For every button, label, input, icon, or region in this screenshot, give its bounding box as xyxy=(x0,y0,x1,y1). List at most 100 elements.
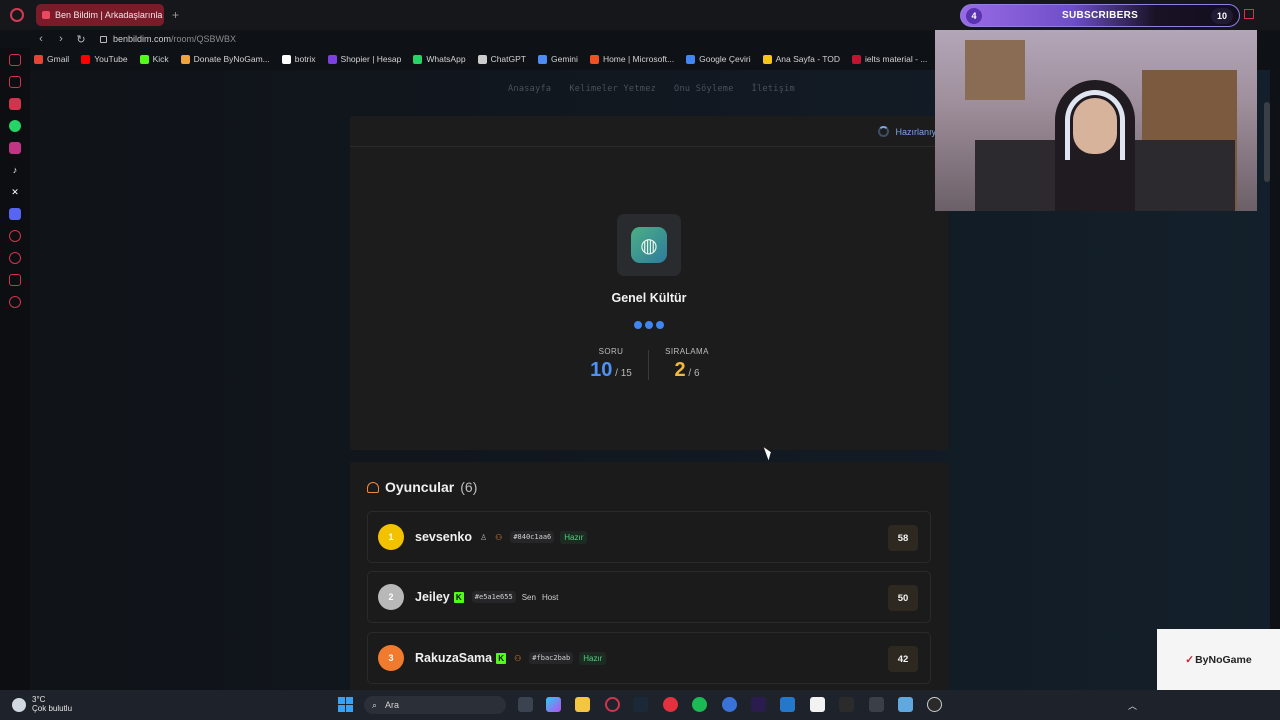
bookmark-label: Shopier | Hesap xyxy=(340,54,402,64)
gmail-icon xyxy=(34,54,43,64)
tab-title: Ben Bildim | Arkadaşlarınla xyxy=(55,10,163,20)
donate-icon xyxy=(180,54,190,64)
card-header: Hazırlanıyor xyxy=(350,116,948,147)
question-current: 10 xyxy=(590,359,613,381)
bookmark-label: ChatGPT xyxy=(490,54,526,64)
opera-icon[interactable] xyxy=(605,697,620,712)
bookmark-label: Donate ByNoGam... xyxy=(193,54,270,64)
brand-name: ByNoGame xyxy=(1195,653,1252,666)
bookmark-label: Gemini xyxy=(551,54,578,64)
add-friend-icon[interactable]: ⚇ xyxy=(495,533,502,542)
kick-icon: K xyxy=(453,591,464,603)
bookmark-label: Kick xyxy=(152,54,169,64)
player-icon[interactable] xyxy=(9,230,21,242)
app-icon[interactable] xyxy=(663,697,678,712)
browser-tab-active[interactable]: Ben Bildim | Arkadaşlarınla xyxy=(36,4,164,26)
bookmark-whatsapp[interactable]: WhatsApp xyxy=(413,54,466,64)
reload-icon[interactable]: ↻ xyxy=(76,33,86,46)
x-icon[interactable]: ✕ xyxy=(9,186,21,198)
users-icon xyxy=(367,481,379,493)
bookmark-donate[interactable]: Donate ByNoGam... xyxy=(180,54,270,64)
search-icon: ⌕ xyxy=(372,699,378,710)
forward-icon[interactable]: › xyxy=(56,33,66,45)
bookmark-shopier[interactable]: Shopier | Hesap xyxy=(327,54,402,64)
file-explorer-icon[interactable] xyxy=(575,697,590,712)
category-tile: ◍ xyxy=(617,214,681,276)
game-status-card: Hazırlanıyor ◍ Genel Kültür SORU 10 / 15… xyxy=(350,116,948,450)
bookmark-gmail[interactable]: Gmail xyxy=(34,54,69,64)
tiktok-icon[interactable]: ♪ xyxy=(9,164,21,176)
mail-icon[interactable] xyxy=(9,54,21,66)
app-icon-3[interactable] xyxy=(898,697,913,712)
app-icon-2[interactable] xyxy=(869,697,884,712)
add-friend-icon[interactable]: ⚇ xyxy=(514,654,521,663)
nav-link-iletisim[interactable]: İletişim xyxy=(752,84,795,94)
ide-icon[interactable] xyxy=(751,697,766,712)
nav-link-onu-soyleme[interactable]: Onu Söyleme xyxy=(674,84,734,94)
windows-start-icon[interactable] xyxy=(338,697,353,712)
translate-icon xyxy=(686,54,696,64)
maximize-icon[interactable] xyxy=(1244,9,1254,19)
bookmark-kick[interactable]: Kick xyxy=(139,54,169,64)
notion-icon[interactable] xyxy=(810,697,825,712)
host-badge: Host xyxy=(541,592,559,602)
bookmark-label: Ana Sayfa - TOD xyxy=(775,54,841,64)
bookmark-label: YouTube xyxy=(94,54,128,64)
bookmark-google-translate[interactable]: Google Çeviri xyxy=(686,54,751,64)
dot-icon xyxy=(634,321,642,329)
kick-icon: K xyxy=(496,652,507,664)
player-hash: #fbac2bab xyxy=(529,652,574,664)
messenger-icon[interactable] xyxy=(9,76,21,88)
vscode-icon[interactable] xyxy=(780,697,795,712)
steam-icon[interactable] xyxy=(633,697,648,712)
players-card: Oyuncular (6) 1 sevsenko ♙ ⚇ #840c1aa6 H… xyxy=(350,462,948,690)
url-field[interactable]: benbildim.com/room/QSBWBX xyxy=(100,34,236,44)
players-count: (6) xyxy=(460,479,478,495)
task-view-icon[interactable] xyxy=(518,697,533,712)
bookmark-chatgpt[interactable]: ChatGPT xyxy=(477,54,526,64)
discord-icon[interactable] xyxy=(9,208,21,220)
player-row[interactable]: 2 Jeiley K #e5a1e655 Sen Host 50 xyxy=(367,571,931,623)
nav-link-home[interactable]: Anasayfa xyxy=(508,84,551,94)
kick-icon xyxy=(139,54,149,64)
stat-divider xyxy=(648,350,649,380)
m-icon[interactable] xyxy=(9,98,21,110)
taskbar-search[interactable]: ⌕ Ara xyxy=(364,696,506,714)
bookmark-youtube[interactable]: YouTube xyxy=(81,54,128,64)
bookmark-tod[interactable]: Ana Sayfa - TOD xyxy=(762,54,841,64)
bookmark-gemini[interactable]: Gemini xyxy=(538,54,578,64)
epic-games-icon[interactable] xyxy=(839,697,854,712)
nav-link-kelimeler-yetmez[interactable]: Kelimeler Yetmez xyxy=(569,84,656,94)
player-row[interactable]: 1 sevsenko ♙ ⚇ #840c1aa6 Hazır 58 xyxy=(367,511,931,563)
brand-logo: ✓ ByNoGame xyxy=(1157,629,1280,690)
spotify-icon[interactable] xyxy=(692,697,707,712)
weather-widget[interactable]: 3°C Çok bulutlu xyxy=(12,695,72,714)
player-hash: #840c1aa6 xyxy=(510,531,555,543)
page-scrollbar[interactable] xyxy=(1264,102,1270,182)
settings-icon[interactable] xyxy=(9,296,21,308)
new-tab-icon[interactable]: + xyxy=(172,8,179,22)
microsoft-icon xyxy=(589,54,599,64)
player-row[interactable]: 3 RakuzaSama K ⚇ #fbac2bab Hazır 42 xyxy=(367,632,931,684)
tod-icon xyxy=(762,54,772,64)
back-icon[interactable]: ‹ xyxy=(36,33,46,45)
tray-chevron-up-icon[interactable]: ︿ xyxy=(1128,699,1137,712)
extensions-icon[interactable] xyxy=(9,274,21,286)
instagram-icon[interactable] xyxy=(9,142,21,154)
copilot-icon[interactable] xyxy=(546,697,561,712)
bookmark-microsoft[interactable]: Home | Microsoft... xyxy=(589,54,674,64)
search-label: Ara xyxy=(385,700,400,710)
obs-icon[interactable] xyxy=(927,697,942,712)
site-favicon-icon xyxy=(42,11,50,19)
app-store-icon[interactable] xyxy=(722,697,737,712)
bookmark-ielts[interactable]: ielts material - ... xyxy=(852,54,927,64)
opera-logo-icon[interactable] xyxy=(10,8,24,22)
whatsapp-icon[interactable] xyxy=(9,120,21,132)
user-icon: ♙ xyxy=(479,532,488,542)
player-score: 42 xyxy=(888,646,918,672)
bookmark-label: Google Çeviri xyxy=(699,54,751,64)
bookmark-botrix[interactable]: botrix xyxy=(281,54,316,64)
question-stat: SORU 10 / 15 xyxy=(586,347,636,382)
ready-badge: Hazır xyxy=(560,530,588,544)
history-icon[interactable] xyxy=(9,252,21,264)
